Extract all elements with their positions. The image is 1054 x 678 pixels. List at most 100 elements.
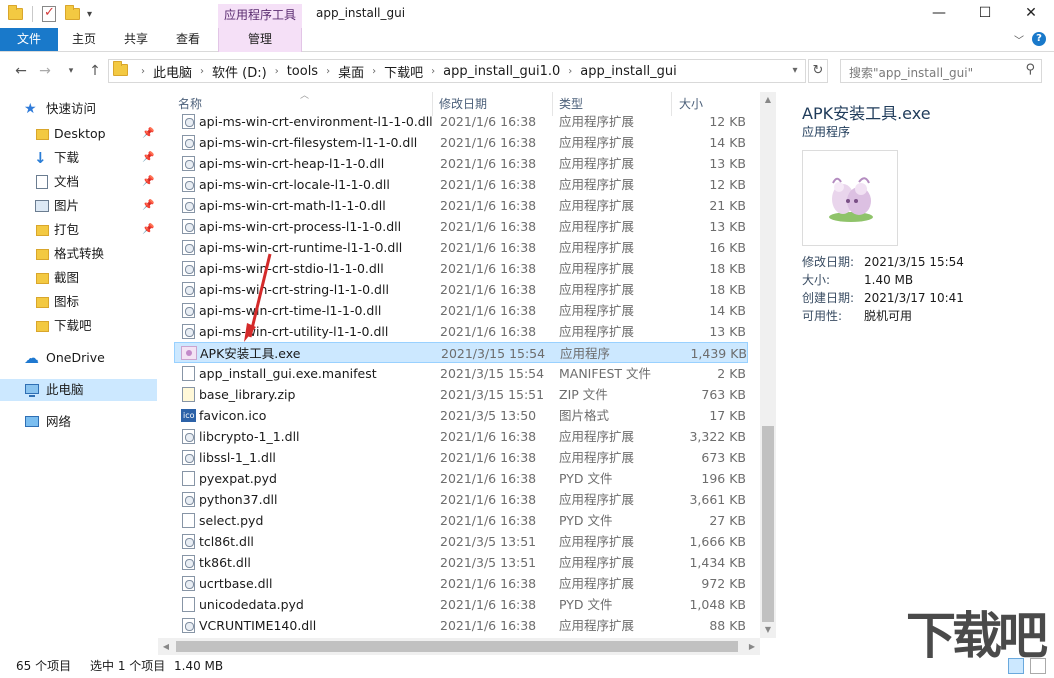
file-row[interactable]: app_install_gui.exe.manifest 2021/3/15 15…	[174, 363, 748, 384]
file-row[interactable]: api-ms-win-crt-environment-l1-1-0.dll 202…	[174, 111, 748, 132]
sidebar-item-dabao[interactable]: 打包 📌	[0, 219, 157, 241]
sidebar-item-icons[interactable]: 图标	[0, 291, 157, 313]
sidebar-item-documents[interactable]: 文档 📌	[0, 171, 157, 193]
close-button[interactable]: ✕	[1008, 0, 1054, 28]
file-row[interactable]: api-ms-win-crt-heap-l1-1-0.dll 2021/1/6 1…	[174, 153, 748, 174]
back-arrow-icon[interactable]: ←	[12, 62, 30, 80]
file-row[interactable]: unicodedata.pyd 2021/1/6 16:38 PYD 文件 1,048…	[174, 594, 748, 615]
breadcrumb-separator[interactable]: ›	[372, 66, 376, 77]
sidebar-item-pictures[interactable]: 图片 📌	[0, 195, 157, 217]
sidebar-item-quick-access[interactable]: ★ 快速访问	[0, 98, 157, 120]
file-row[interactable]: libssl-1_1.dll 2021/1/6 16:38 应用程序扩展 673 KB	[174, 447, 748, 468]
folder-icon	[34, 294, 50, 310]
file-type: 应用程序扩展	[559, 282, 635, 297]
scroll-right-arrow-icon[interactable]: ▶	[744, 638, 760, 655]
file-row[interactable]: favicon.ico 2021/3/5 13:50 图片格式 17 KB	[174, 405, 748, 426]
breadcrumb-xiazaiba[interactable]: 下载吧	[384, 62, 423, 81]
tab-home[interactable]: 主页	[72, 28, 96, 51]
file-row[interactable]: api-ms-win-crt-stdio-l1-1-0.dll 2021/1/6 …	[174, 258, 748, 279]
file-row[interactable]: tk86t.dll 2021/3/5 13:51 应用程序扩展 1,434 KB	[174, 552, 748, 573]
customize-toolbar-chevron-icon[interactable]: ▾	[87, 9, 92, 20]
file-row[interactable]: api-ms-win-crt-string-l1-1-0.dll 2021/1/6…	[174, 279, 748, 300]
search-input[interactable]: 搜索"app_install_gui" ⚲	[840, 59, 1042, 83]
scroll-down-arrow-icon[interactable]: ▼	[760, 622, 776, 638]
pin-icon[interactable]: 📌	[142, 147, 154, 169]
scroll-left-arrow-icon[interactable]: ◀	[158, 638, 174, 655]
file-row[interactable]: tcl86t.dll 2021/3/5 13:51 应用程序扩展 1,666 KB	[174, 531, 748, 552]
breadcrumb-separator[interactable]: ›	[568, 66, 572, 77]
sidebar-item-label: 格式转换	[54, 246, 105, 261]
scrollbar-thumb[interactable]	[762, 426, 774, 622]
file-row[interactable]: api-ms-win-crt-math-l1-1-0.dll 2021/1/6 1…	[174, 195, 748, 216]
breadcrumb-separator[interactable]: ›	[141, 66, 145, 77]
file-row[interactable]: VCRUNTIME140.dll 2021/1/6 16:38 应用程序扩展 88 K…	[174, 615, 748, 636]
file-row[interactable]: api-ms-win-crt-locale-l1-1-0.dll 2021/1/6…	[174, 174, 748, 195]
breadcrumb-app-install-gui[interactable]: app_install_gui	[580, 64, 676, 79]
tab-file[interactable]: 文件	[0, 28, 58, 51]
breadcrumb-drive-d[interactable]: 软件 (D:)	[212, 62, 267, 81]
sidebar-item-format-convert[interactable]: 格式转换	[0, 243, 157, 265]
breadcrumb-app-install-gui-1-0[interactable]: app_install_gui1.0	[443, 64, 560, 79]
breadcrumb-separator[interactable]: ›	[275, 66, 279, 77]
file-row[interactable]: libcrypto-1_1.dll 2021/1/6 16:38 应用程序扩展 3,3…	[174, 426, 748, 447]
file-row[interactable]: ucrtbase.dll 2021/1/6 16:38 应用程序扩展 972 KB	[174, 573, 748, 594]
up-arrow-icon[interactable]: ↑	[86, 62, 104, 80]
horizontal-scrollbar[interactable]: ◀ ▶	[158, 638, 760, 655]
file-row[interactable]: pyexpat.pyd 2021/1/6 16:38 PYD 文件 196 KB	[174, 468, 748, 489]
scrollbar-thumb[interactable]	[176, 641, 738, 652]
file-size: 972 KB	[701, 576, 746, 591]
pin-icon[interactable]: 📌	[142, 123, 154, 145]
help-icon[interactable]: ?	[1032, 32, 1046, 46]
file-row[interactable]: APK安装工具.exe 2021/3/15 15:54 应用程序 1,439 KB	[174, 342, 748, 363]
sidebar-item-network[interactable]: 网络	[0, 411, 157, 433]
file-row[interactable]: api-ms-win-crt-filesystem-l1-1-0.dll 2021…	[174, 132, 748, 153]
refresh-icon[interactable]: ↻	[808, 59, 828, 83]
properties-icon[interactable]	[39, 4, 59, 24]
breadcrumb-separator[interactable]: ›	[326, 66, 330, 77]
file-name: api-ms-win-crt-process-l1-1-0.dll	[199, 219, 402, 234]
forward-arrow-icon[interactable]: →	[36, 62, 54, 80]
pin-icon[interactable]: 📌	[142, 171, 154, 193]
pin-icon[interactable]: 📌	[142, 195, 154, 217]
file-modified-date: 2021/1/6 16:38	[440, 240, 537, 255]
file-row[interactable]: python37.dll 2021/1/6 16:38 应用程序扩展 3,661 KB	[174, 489, 748, 510]
breadcrumb-tools[interactable]: tools	[287, 64, 318, 79]
breadcrumb-separator[interactable]: ›	[200, 66, 204, 77]
breadcrumb-desktop[interactable]: 桌面	[338, 62, 364, 81]
sidebar-item-downloads[interactable]: ↓ 下载 📌	[0, 147, 157, 169]
breadcrumb-separator[interactable]: ›	[431, 66, 435, 77]
minimize-button[interactable]: —	[916, 0, 962, 28]
file-thumbnail	[802, 150, 898, 246]
file-modified-date: 2021/1/6 16:38	[440, 219, 537, 234]
file-row[interactable]: api-ms-win-crt-process-l1-1-0.dll 2021/1/…	[174, 216, 748, 237]
pin-icon[interactable]: 📌	[142, 219, 154, 241]
file-row[interactable]: select.pyd 2021/1/6 16:38 PYD 文件 27 KB	[174, 510, 748, 531]
folder-icon[interactable]	[6, 4, 26, 24]
vertical-scrollbar[interactable]: ▲ ▼	[760, 92, 776, 638]
new-folder-icon[interactable]	[63, 4, 83, 24]
expand-ribbon-chevron-icon[interactable]: ﹀	[1014, 32, 1024, 47]
search-placeholder: 搜索"app_install_gui"	[849, 66, 974, 80]
file-row[interactable]: api-ms-win-crt-runtime-l1-1-0.dll 2021/1/…	[174, 237, 748, 258]
sidebar-item-xiazaiba[interactable]: 下载吧	[0, 315, 157, 337]
details-availability-row: 可用性: 脱机可用	[802, 307, 912, 324]
sidebar-item-screenshots[interactable]: 截图	[0, 267, 157, 289]
tab-share[interactable]: 共享	[124, 28, 148, 51]
file-row[interactable]: api-ms-win-crt-time-l1-1-0.dll 2021/1/6 1…	[174, 300, 748, 321]
sidebar-item-this-pc[interactable]: 此电脑	[0, 379, 157, 401]
scroll-up-arrow-icon[interactable]: ▲	[760, 92, 776, 108]
file-size: 1,434 KB	[689, 555, 746, 570]
maximize-button[interactable]: ☐	[962, 0, 1008, 28]
breadcrumb-this-pc[interactable]: 此电脑	[153, 62, 192, 81]
tab-view[interactable]: 查看	[176, 28, 200, 51]
recent-locations-chevron-icon[interactable]: ▾	[62, 62, 80, 80]
file-modified-date: 2021/3/5 13:50	[440, 408, 537, 423]
tab-manage[interactable]: 管理	[218, 28, 302, 52]
sidebar-item-onedrive[interactable]: ☁ OneDrive	[0, 347, 157, 369]
sidebar-item-desktop[interactable]: Desktop 📌	[0, 123, 157, 145]
address-bar[interactable]: › 此电脑 › 软件 (D:) › tools › 桌面 › 下载吧 › app…	[108, 59, 806, 83]
file-row[interactable]: api-ms-win-crt-utility-l1-1-0.dll 2021/1/…	[174, 321, 748, 342]
file-row[interactable]: base_library.zip 2021/3/15 15:51 ZIP 文件 763…	[174, 384, 748, 405]
address-history-chevron-icon[interactable]: ▾	[785, 60, 805, 82]
details-key: 可用性:	[802, 309, 843, 323]
